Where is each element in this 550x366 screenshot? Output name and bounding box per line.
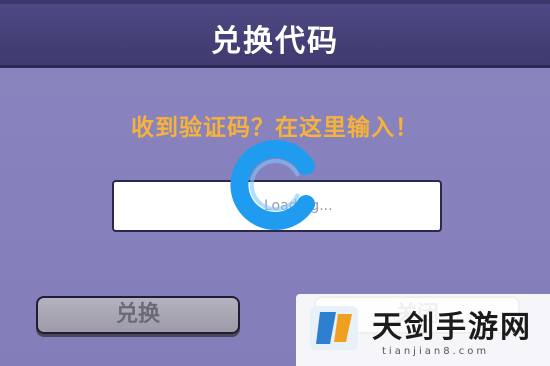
dialog-prompt: 收到验证码？在这里输入！ [131,115,419,141]
watermark-domain: tianjian8.com [382,346,490,357]
watermark-logo-icon [310,306,358,350]
dialog-title: 兑换代码 [211,24,339,59]
watermark-name: 天剑手游网 [372,310,532,345]
watermark-banner: 天剑手游网 tianjian8.com [296,294,550,366]
loading-logo-icon [230,140,315,230]
redeem-button[interactable]: 兑换 [36,296,240,334]
dialog-title-bar: 兑换代码 [0,4,550,68]
